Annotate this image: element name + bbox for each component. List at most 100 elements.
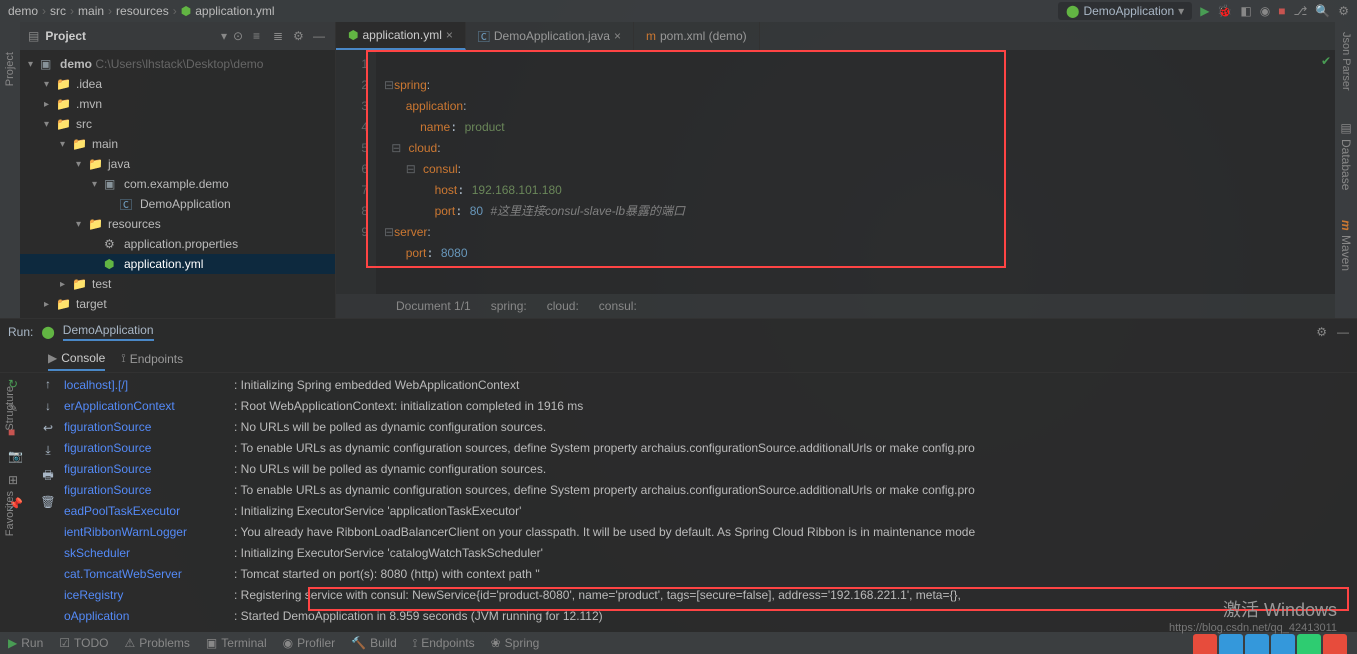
tree-item[interactable]: ▾📁main	[20, 134, 335, 154]
json-parser-button[interactable]: Json Parser	[1340, 32, 1352, 91]
profiler-icon[interactable]: ◉	[1260, 4, 1270, 18]
run-tab[interactable]: ⟟Endpoints	[121, 347, 183, 370]
watermark: 激活 Windows https://blog.csdn.net/qq_4241…	[1169, 596, 1337, 634]
editor-tab[interactable]: mpom.xml (demo)	[634, 22, 760, 50]
run-icon[interactable]: ▶	[1200, 4, 1209, 18]
hide-icon[interactable]: —	[313, 29, 327, 43]
scroll-end-icon[interactable]: ⤓	[45, 443, 50, 458]
endpoints-tool-button[interactable]: ⟟ Endpoints	[413, 636, 475, 651]
tree-item[interactable]: ▾📁resources	[20, 214, 335, 234]
print-icon[interactable]: 🖶	[42, 466, 53, 487]
tree-item[interactable]: ▾📁java	[20, 154, 335, 174]
search-icon[interactable]: 🔍	[1315, 4, 1330, 18]
run-tab[interactable]: ▶Console	[48, 347, 105, 371]
project-tree[interactable]: ▾▣ demo C:\Users\lhstack\Desktop\demo ▾📁…	[20, 50, 335, 318]
tree-item[interactable]: ▸📁.mvn	[20, 94, 335, 114]
editor-content[interactable]: ✔ 123456789 ⊟spring: application: name: …	[336, 50, 1335, 294]
run-panel-config[interactable]: DemoApplication	[63, 323, 154, 341]
code-area[interactable]: ⊟spring: application: name: product ⊟ cl…	[376, 50, 1335, 294]
tree-item[interactable]: ▾▣com.example.demo	[20, 174, 335, 194]
terminal-tool-button[interactable]: ▣ Terminal	[206, 636, 267, 650]
problems-tool-button[interactable]: ⚠ Problems	[124, 636, 189, 650]
run-panel: Run: ⬤ DemoApplication ⚙ — ▶Console⟟Endp…	[0, 318, 1357, 632]
git-icon[interactable]: ⎇	[1293, 4, 1307, 18]
project-panel: ▤ Project ▾ ⊙ ≡ ≣ ⚙ — ▾▣ demo C:\Users\l…	[20, 22, 336, 318]
expand-all-icon[interactable]: ≡	[253, 29, 267, 43]
collapse-all-icon[interactable]: ≣	[273, 29, 287, 43]
soft-wrap-icon[interactable]: ↩	[43, 421, 53, 435]
editor-tab[interactable]: 🄲DemoApplication.java×	[466, 22, 634, 50]
console-line: skScheduler : Initializing ExecutorServi…	[64, 543, 1357, 564]
tree-item[interactable]: ⬢application.yml	[20, 254, 335, 274]
tree-root-name: demo	[60, 57, 92, 71]
crumb[interactable]: consul:	[599, 299, 637, 313]
editor-breadcrumb: Document 1/1 spring: cloud: consul:	[336, 294, 1335, 318]
up-icon[interactable]: ↑	[45, 377, 51, 391]
tree-item[interactable]: ▾📁.idea	[20, 74, 335, 94]
crumb[interactable]: demo	[8, 4, 38, 18]
left-tool-strip: Project Structure Favorites	[0, 22, 20, 318]
top-nav-bar: demo› src› main› resources› ⬢ applicatio…	[0, 0, 1357, 22]
breadcrumb: demo› src› main› resources› ⬢ applicatio…	[8, 4, 275, 18]
console-line: figurationSource : To enable URLs as dyn…	[64, 480, 1357, 501]
tree-item[interactable]: ⚙application.properties	[20, 234, 335, 254]
layout-icon[interactable]: ⊞	[8, 473, 24, 489]
console-line: eadPoolTaskExecutor : Initializing Execu…	[64, 501, 1357, 522]
editor-tab[interactable]: ⬢application.yml×	[336, 22, 466, 50]
console-line: localhost].[/] : Initializing Spring emb…	[64, 375, 1357, 396]
doc-position: Document 1/1	[396, 299, 471, 313]
taskbar-icons	[1193, 634, 1347, 654]
crumb[interactable]: resources	[116, 4, 169, 18]
bottom-tool-bar: ▶Run ☑ TODO ⚠ Problems ▣ Terminal ◉ Prof…	[0, 632, 1357, 654]
structure-tool-button[interactable]: Structure	[4, 386, 16, 431]
project-panel-title: Project	[45, 29, 215, 43]
editor-tabs: ⬢application.yml×🄲DemoApplication.java×m…	[336, 22, 1335, 50]
settings-icon[interactable]: ⚙	[293, 29, 307, 43]
run-panel-label: Run:	[8, 325, 33, 339]
run-config-label: DemoApplication	[1083, 4, 1174, 18]
tree-item[interactable]: ▾📁src	[20, 114, 335, 134]
crumb[interactable]: src	[50, 4, 66, 18]
run-settings-icon[interactable]: ⚙	[1316, 325, 1327, 339]
console-line: oApplication : Started DemoApplication i…	[64, 606, 1357, 627]
console-line: figurationSource : No URLs will be polle…	[64, 459, 1357, 480]
tree-item[interactable]: ▸📁target	[20, 294, 335, 314]
inspection-ok-icon[interactable]: ✔	[1321, 54, 1331, 68]
tree-root-path: C:\Users\lhstack\Desktop\demo	[95, 57, 263, 71]
debug-icon[interactable]: 🐞	[1217, 4, 1232, 18]
console-line: erApplicationContext : Root WebApplicati…	[64, 396, 1357, 417]
run-toolbar-right: ↑ ↓ ↩ ⤓ 🖶 🗑	[32, 373, 64, 632]
database-button[interactable]: ▤Database	[1339, 121, 1353, 190]
dump-threads-icon[interactable]: 📷	[8, 449, 24, 465]
maven-button[interactable]: mMaven	[1339, 220, 1353, 271]
crumb[interactable]: main	[78, 4, 104, 18]
select-opened-icon[interactable]: ⊙	[233, 29, 247, 43]
console-line: figurationSource : No URLs will be polle…	[64, 417, 1357, 438]
tree-item[interactable]: 🄲DemoApplication	[20, 194, 335, 214]
down-icon[interactable]: ↓	[45, 399, 51, 413]
settings-icon[interactable]: ⚙	[1338, 4, 1349, 18]
crumb[interactable]: spring:	[491, 299, 527, 313]
crumb[interactable]: cloud:	[547, 299, 579, 313]
right-tool-strip: Json Parser ▤Database mMaven	[1335, 22, 1357, 318]
stop-icon[interactable]: ■	[1278, 4, 1285, 18]
spring-tool-button[interactable]: ❀ Spring	[491, 636, 540, 650]
coverage-icon[interactable]: ◧	[1240, 4, 1251, 18]
project-tool-button[interactable]: Project	[4, 52, 16, 86]
tree-item[interactable]: ▸📁test	[20, 274, 335, 294]
favorites-tool-button[interactable]: Favorites	[4, 491, 16, 536]
console-output[interactable]: localhost].[/] : Initializing Spring emb…	[64, 373, 1357, 632]
build-tool-button[interactable]: 🔨 Build	[351, 636, 397, 650]
todo-tool-button[interactable]: ☑ TODO	[59, 636, 108, 650]
clear-icon[interactable]: 🗑	[40, 495, 55, 509]
console-line: cat.TomcatWebServer : Tomcat started on …	[64, 564, 1357, 585]
profiler-tool-button[interactable]: ◉ Profiler	[283, 636, 336, 650]
run-tool-button[interactable]: ▶Run	[8, 636, 43, 650]
console-line: ientRibbonWarnLogger : You already have …	[64, 522, 1357, 543]
console-line: figurationSource : To enable URLs as dyn…	[64, 438, 1357, 459]
run-config-selector[interactable]: ⬤ DemoApplication ▾	[1058, 2, 1192, 20]
run-hide-icon[interactable]: —	[1337, 325, 1349, 339]
console-line: iceRegistry : Registering service with c…	[64, 585, 1357, 606]
crumb[interactable]: application.yml	[195, 4, 274, 18]
tree-root[interactable]: ▾▣ demo C:\Users\lhstack\Desktop\demo	[20, 54, 335, 74]
